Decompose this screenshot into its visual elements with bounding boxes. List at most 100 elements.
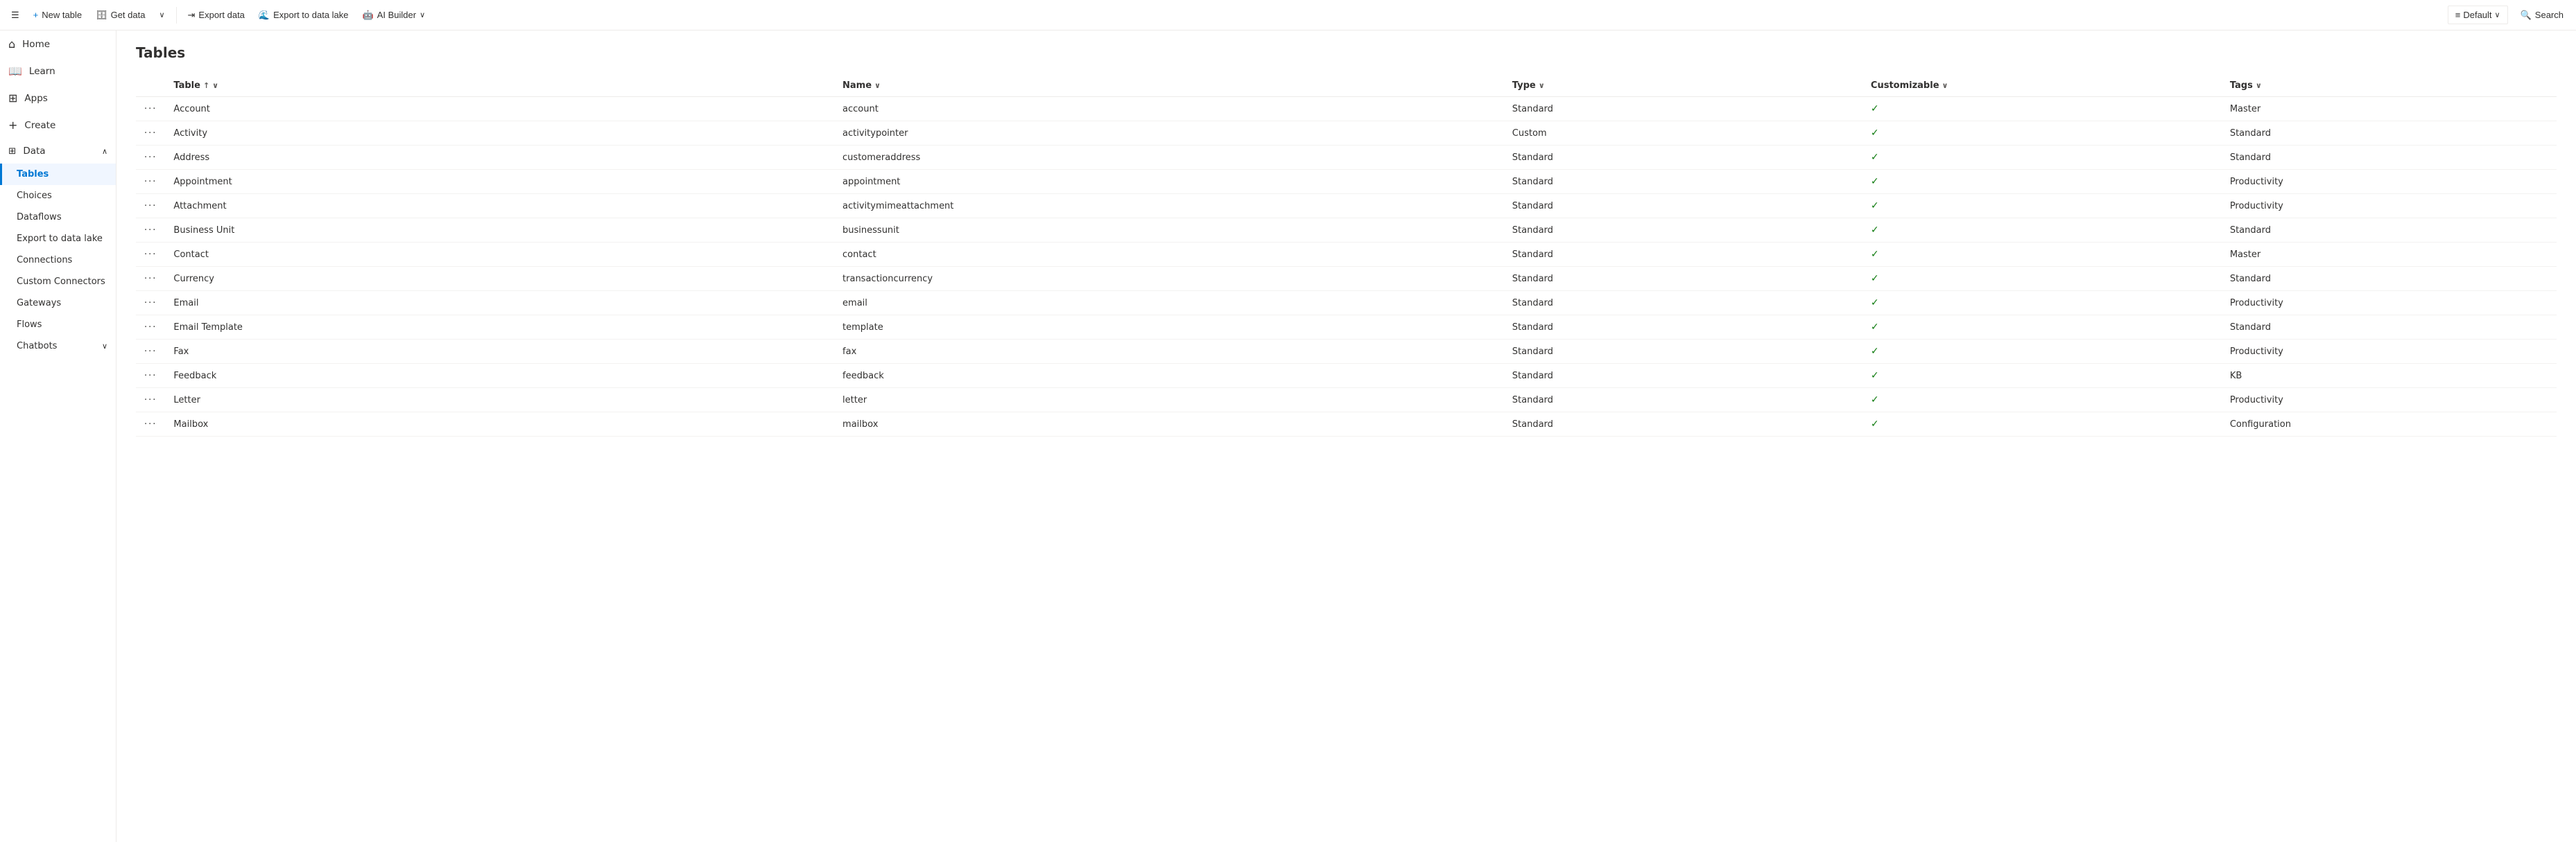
row-name: feedback	[834, 364, 1504, 388]
row-name: contact	[834, 243, 1504, 267]
table-row[interactable]: ··· Contact contact Standard ✓ Master	[136, 243, 2557, 267]
row-table-name: Contact	[165, 243, 834, 267]
sidebar-item-learn[interactable]: 📖 Learn	[0, 58, 116, 85]
row-more-menu[interactable]: ···	[136, 218, 165, 243]
row-type: Standard	[1504, 412, 1862, 437]
row-more-menu[interactable]: ···	[136, 364, 165, 388]
row-name: appointment	[834, 170, 1504, 194]
table-row[interactable]: ··· Appointment appointment Standard ✓ P…	[136, 170, 2557, 194]
row-type: Standard	[1504, 340, 1862, 364]
row-more-menu[interactable]: ···	[136, 194, 165, 218]
col-name-header[interactable]: Name ∨	[834, 75, 1504, 97]
sidebar-sub-item-connections[interactable]: Connections	[0, 249, 116, 271]
chevron-down-icon: ∨	[159, 10, 164, 19]
row-more-menu[interactable]: ···	[136, 291, 165, 315]
table-row[interactable]: ··· Attachment activitymimeattachment St…	[136, 194, 2557, 218]
ai-builder-button[interactable]: 🤖 AI Builder ∨	[357, 6, 431, 24]
search-button[interactable]: 🔍 Search	[2514, 6, 2570, 24]
type-chevron-icon: ∨	[1539, 81, 1545, 90]
table-row[interactable]: ··· Address customeraddress Standard ✓ S…	[136, 146, 2557, 170]
row-tags: Productivity	[2222, 170, 2557, 194]
row-more-menu[interactable]: ···	[136, 121, 165, 146]
table-row[interactable]: ··· Email Template template Standard ✓ S…	[136, 315, 2557, 340]
col-tags-header[interactable]: Tags ∨	[2222, 75, 2557, 97]
row-type: Custom	[1504, 121, 1862, 146]
row-more-menu[interactable]: ···	[136, 412, 165, 437]
name-chevron-icon: ∨	[874, 81, 881, 90]
row-more-menu[interactable]: ···	[136, 146, 165, 170]
row-type: Standard	[1504, 291, 1862, 315]
sidebar-sub-item-custom-connectors[interactable]: Custom Connectors	[0, 271, 116, 292]
row-table-name: Fax	[165, 340, 834, 364]
table-row[interactable]: ··· Fax fax Standard ✓ Productivity	[136, 340, 2557, 364]
get-data-icon: 🗄	[96, 10, 107, 21]
chatbots-chevron-icon: ∨	[102, 342, 107, 351]
get-data-button[interactable]: 🗄 Get data	[90, 6, 150, 24]
sidebar-sub-item-export-lake[interactable]: Export to data lake	[0, 228, 116, 249]
row-customizable: ✓	[1862, 218, 2222, 243]
row-name: email	[834, 291, 1504, 315]
row-name: customeraddress	[834, 146, 1504, 170]
export-lake-button[interactable]: 🌊 Export to data lake	[253, 6, 354, 24]
row-customizable: ✓	[1862, 97, 2222, 121]
table-row[interactable]: ··· Letter letter Standard ✓ Productivit…	[136, 388, 2557, 412]
col-customizable-header[interactable]: Customizable ∨	[1862, 75, 2222, 97]
new-table-button[interactable]: + New table	[28, 6, 87, 24]
table-row[interactable]: ··· Email email Standard ✓ Productivity	[136, 291, 2557, 315]
row-more-menu[interactable]: ···	[136, 97, 165, 121]
table-chevron-icon: ∨	[212, 81, 218, 90]
export-data-button[interactable]: ⇥ Export data	[182, 6, 250, 24]
toolbar-dropdown-btn[interactable]: ∨	[153, 7, 170, 23]
sidebar-item-home[interactable]: ⌂ Home	[0, 30, 116, 58]
row-more-menu[interactable]: ···	[136, 388, 165, 412]
divider	[176, 7, 177, 24]
row-more-menu[interactable]: ···	[136, 315, 165, 340]
col-type-header[interactable]: Type ∨	[1504, 75, 1862, 97]
table-row[interactable]: ··· Currency transactioncurrency Standar…	[136, 267, 2557, 291]
ai-icon: 🤖	[363, 10, 374, 21]
row-tags: Productivity	[2222, 291, 2557, 315]
table-row[interactable]: ··· Account account Standard ✓ Master	[136, 97, 2557, 121]
sidebar-sub-item-tables[interactable]: Tables	[0, 164, 116, 185]
sidebar-item-data[interactable]: ⊞ Data ∧	[0, 139, 116, 164]
check-icon: ✓	[1871, 419, 1879, 430]
sidebar-sub-item-dataflows[interactable]: Dataflows	[0, 207, 116, 228]
sidebar-sub-item-gateways[interactable]: Gateways	[0, 292, 116, 314]
row-type: Standard	[1504, 267, 1862, 291]
table-row[interactable]: ··· Business Unit businessunit Standard …	[136, 218, 2557, 243]
row-customizable: ✓	[1862, 388, 2222, 412]
home-icon: ⌂	[8, 37, 15, 51]
tables-table: Table ↑ ∨ Name ∨ Type	[136, 75, 2557, 437]
sidebar-sub-item-chatbots[interactable]: Chatbots ∨	[0, 335, 116, 357]
sidebar-sub-item-choices[interactable]: Choices	[0, 185, 116, 207]
row-customizable: ✓	[1862, 146, 2222, 170]
table-row[interactable]: ··· Mailbox mailbox Standard ✓ Configura…	[136, 412, 2557, 437]
learn-icon: 📖	[8, 64, 22, 78]
row-more-menu[interactable]: ···	[136, 267, 165, 291]
sidebar-item-apps[interactable]: ⊞ Apps	[0, 85, 116, 112]
hamburger-button[interactable]: ☰	[6, 6, 25, 24]
check-icon: ✓	[1871, 176, 1879, 187]
row-type: Standard	[1504, 97, 1862, 121]
row-table-name: Attachment	[165, 194, 834, 218]
default-view-button[interactable]: ≡ Default ∨	[2448, 6, 2508, 24]
row-tags: Standard	[2222, 267, 2557, 291]
row-more-menu[interactable]: ···	[136, 243, 165, 267]
row-name: template	[834, 315, 1504, 340]
row-name: activitymimeattachment	[834, 194, 1504, 218]
table-row[interactable]: ··· Feedback feedback Standard ✓ KB	[136, 364, 2557, 388]
check-icon: ✓	[1871, 297, 1879, 308]
sidebar-sub-item-flows[interactable]: Flows	[0, 314, 116, 335]
col-table-header[interactable]: Table ↑ ∨	[165, 75, 834, 97]
row-tags: Standard	[2222, 121, 2557, 146]
sidebar-item-create[interactable]: + Create	[0, 112, 116, 139]
row-type: Standard	[1504, 218, 1862, 243]
custom-chevron-icon: ∨	[1942, 81, 1948, 90]
row-table-name: Account	[165, 97, 834, 121]
row-table-name: Business Unit	[165, 218, 834, 243]
check-icon: ✓	[1871, 200, 1879, 211]
row-more-menu[interactable]: ···	[136, 170, 165, 194]
row-more-menu[interactable]: ···	[136, 340, 165, 364]
row-tags: Master	[2222, 243, 2557, 267]
table-row[interactable]: ··· Activity activitypointer Custom ✓ St…	[136, 121, 2557, 146]
